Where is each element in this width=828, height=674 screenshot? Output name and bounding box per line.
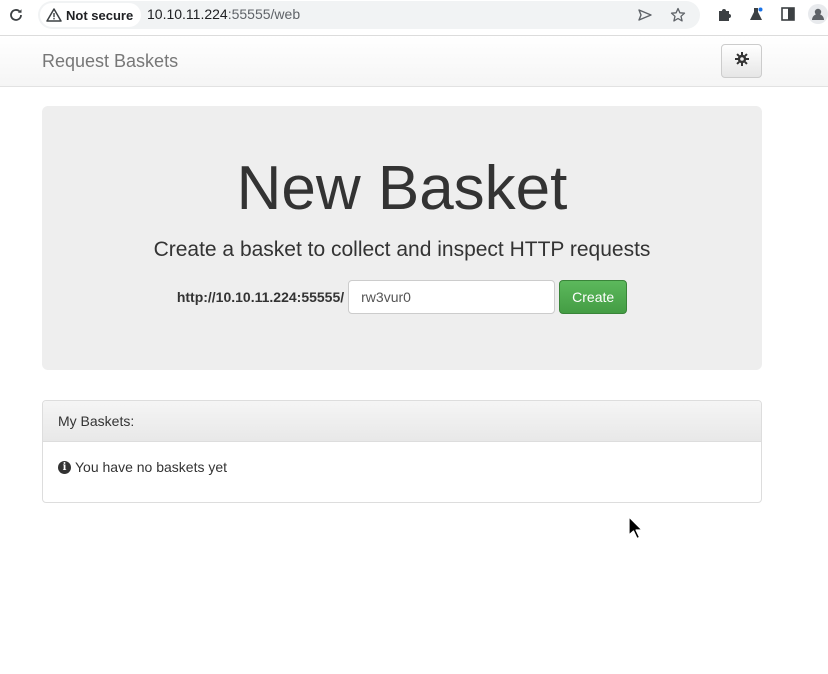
create-basket-form: http://10.10.11.224:55555/ Create [42, 280, 762, 314]
reload-icon[interactable] [6, 5, 26, 25]
profile-avatar-icon[interactable] [808, 4, 828, 24]
url-host: 10.10.11.224 [147, 6, 228, 22]
my-baskets-body: i You have no baskets yet [43, 442, 761, 492]
warning-icon [46, 7, 62, 23]
create-button[interactable]: Create [559, 280, 628, 314]
basket-url-prefix: http://10.10.11.224:55555/ [176, 289, 345, 305]
send-icon[interactable] [635, 5, 655, 25]
security-label: Not secure [66, 7, 134, 23]
security-indicator[interactable]: Not secure [40, 3, 142, 27]
page-subtitle: Create a basket to collect and inspect H… [153, 238, 651, 261]
new-basket-jumbotron: New Basket Create a basket to collect an… [42, 106, 762, 370]
my-baskets-heading: My Baskets: [43, 401, 761, 442]
info-icon: i [58, 460, 71, 474]
gear-icon [734, 51, 749, 71]
browser-toolbar: Not secure 10.10.11.224:55555/web [0, 0, 828, 30]
lab-flask-icon[interactable] [746, 4, 766, 24]
my-baskets-panel: My Baskets: i You have no baskets yet [42, 400, 762, 503]
brand-title[interactable]: Request Baskets [42, 51, 178, 72]
empty-baskets-message: You have no baskets yet [75, 459, 228, 475]
address-bar[interactable]: Not secure 10.10.11.224:55555/web [38, 1, 700, 29]
bookmark-star-icon[interactable] [668, 5, 688, 25]
url-path: :55555/web [227, 6, 301, 22]
extensions-puzzle-icon[interactable] [714, 4, 734, 24]
settings-button[interactable] [721, 44, 762, 78]
basket-name-input[interactable] [348, 280, 556, 314]
mouse-cursor-icon [628, 516, 646, 540]
app-navbar: Request Baskets [0, 35, 828, 87]
side-panel-icon[interactable] [778, 4, 798, 24]
page-title: New Basket [236, 154, 568, 223]
url-text[interactable]: 10.10.11.224:55555/web [147, 6, 300, 22]
